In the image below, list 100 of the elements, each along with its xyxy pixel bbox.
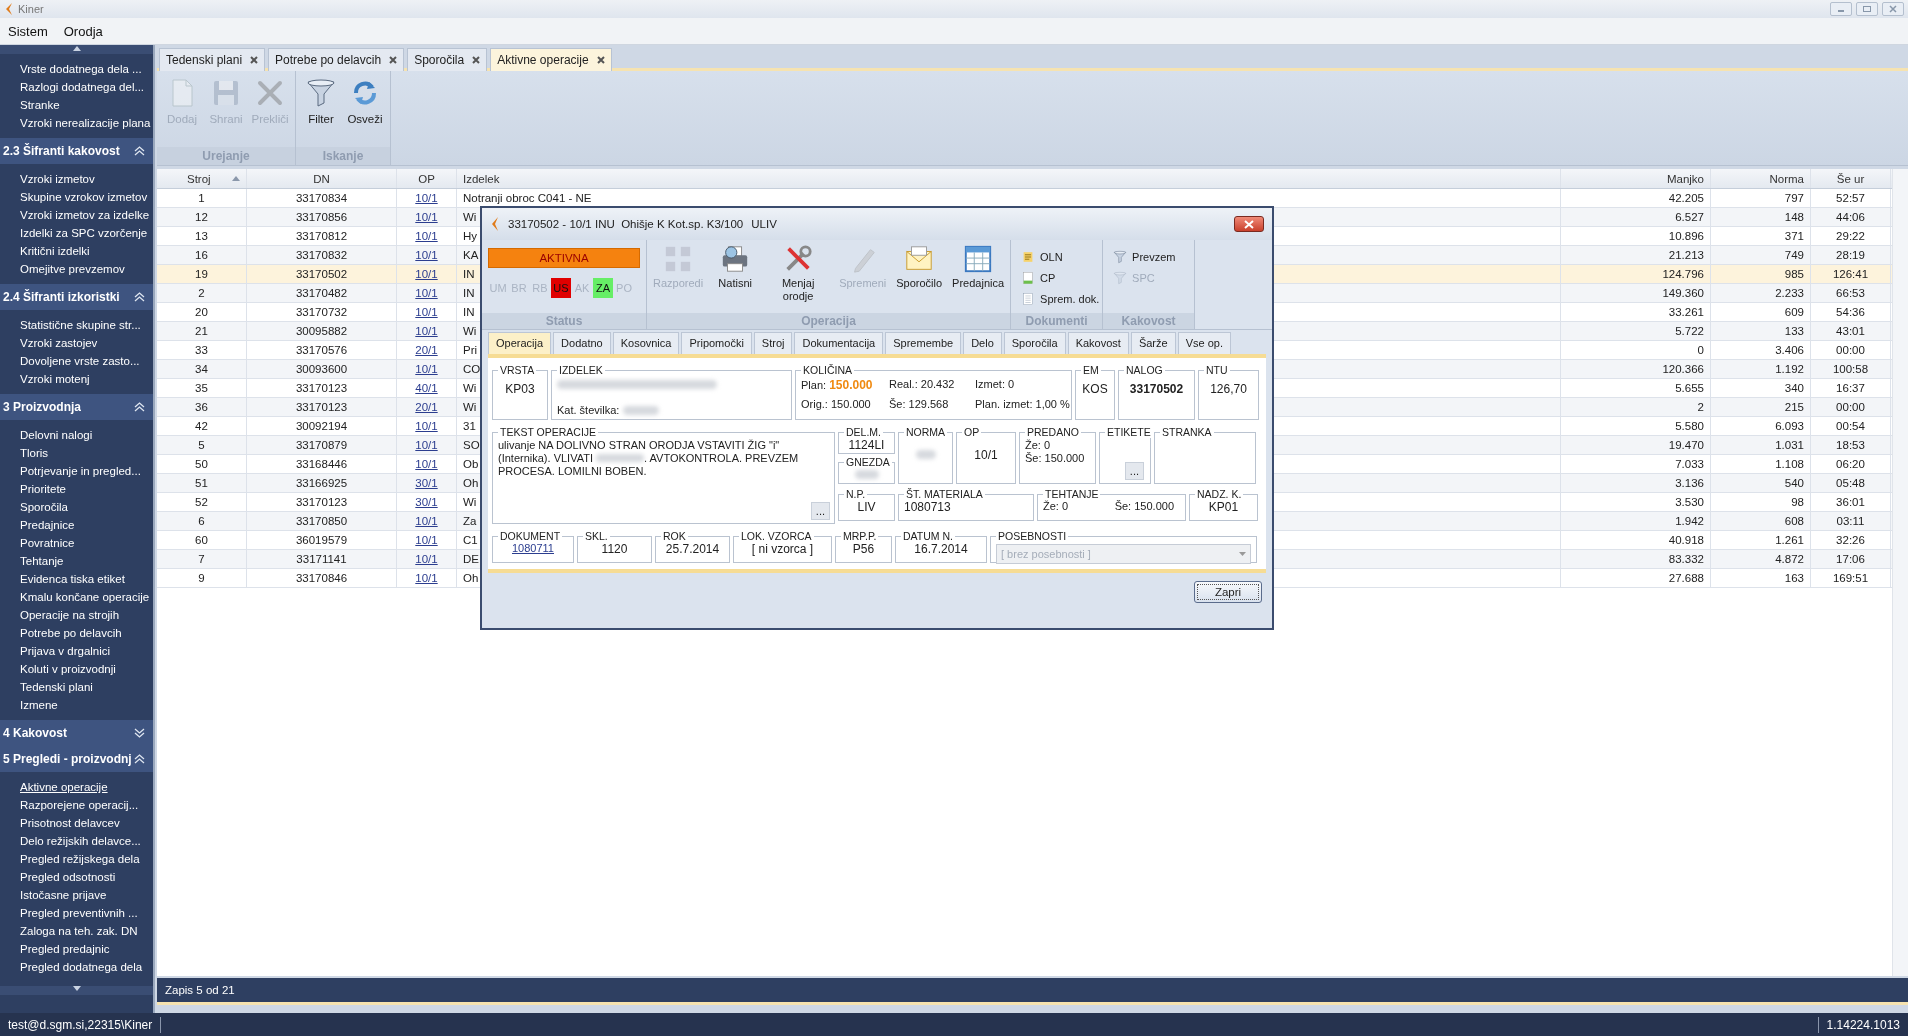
table-cell: 18:53 xyxy=(1811,436,1891,454)
group-label: Iskanje xyxy=(296,147,390,165)
field-value: 150.000 xyxy=(829,378,873,392)
table-cell: 21 xyxy=(157,322,247,340)
table-cell: 51 xyxy=(157,474,247,492)
table-cell: 1.192 xyxy=(1711,360,1811,378)
field-value: 1080713 xyxy=(904,500,952,514)
table-cell: 17:06 xyxy=(1811,550,1891,568)
table-cell: 7.033 xyxy=(1561,455,1711,473)
table-cell: 797 xyxy=(1711,189,1811,207)
table-cell: 148 xyxy=(1711,208,1811,226)
table-cell: 100:58 xyxy=(1811,360,1891,378)
group-label: NORMA xyxy=(905,426,947,438)
table-cell: 2 xyxy=(157,284,247,302)
table-cell: 00:00 xyxy=(1811,398,1891,416)
group-label: Dokumenti xyxy=(1011,313,1103,329)
table-cell: 33170123 xyxy=(247,379,397,397)
field-value: KP01 xyxy=(1207,500,1240,514)
table-cell: 124.796 xyxy=(1561,265,1711,283)
version-number: 1.14224.1013 xyxy=(1826,1018,1900,1032)
group-label: STRANKA xyxy=(1161,426,1213,438)
table-cell: 6.093 xyxy=(1711,417,1811,435)
group-label: NTU xyxy=(1205,364,1229,376)
table-cell: 33170879 xyxy=(247,436,397,454)
table-cell: 5.722 xyxy=(1561,322,1711,340)
field-label: Še: xyxy=(1114,500,1132,512)
table-cell: 60 xyxy=(157,531,247,549)
table-cell: 40.918 xyxy=(1561,531,1711,549)
group-label: ROK xyxy=(662,530,687,542)
field-value: 1,00 % xyxy=(1035,398,1070,410)
group-label: Kakovost xyxy=(1103,313,1195,329)
table-cell: 43:01 xyxy=(1811,322,1891,340)
field-value: 126,70 xyxy=(1209,382,1248,396)
group-label: OP xyxy=(963,426,981,438)
table-cell: 1.031 xyxy=(1711,436,1811,454)
table-cell: 6.527 xyxy=(1561,208,1711,226)
table-cell: 19 xyxy=(157,265,247,283)
table-cell: 33170502 xyxy=(247,265,397,283)
table-cell: 6 xyxy=(157,512,247,530)
table-cell: 33170123 xyxy=(247,398,397,416)
group-label: ETIKETE xyxy=(1106,426,1152,438)
table-cell: 120.366 xyxy=(1561,360,1711,378)
table-cell: 215 xyxy=(1711,398,1811,416)
table-cell: 30092194 xyxy=(247,417,397,435)
table-cell: 340 xyxy=(1711,379,1811,397)
table-cell: 42.205 xyxy=(1561,189,1711,207)
table-cell: 00:00 xyxy=(1811,341,1891,359)
group-label: NALOG xyxy=(1125,364,1164,376)
table-cell: 33170732 xyxy=(247,303,397,321)
table-cell: 5 xyxy=(157,436,247,454)
table-cell: 9 xyxy=(157,569,247,587)
table-cell: 29:22 xyxy=(1811,227,1891,245)
table-cell: 19.470 xyxy=(1561,436,1711,454)
field-value: KP03 xyxy=(504,382,536,396)
table-cell: 42 xyxy=(157,417,247,435)
group-label: IZDELEK xyxy=(558,364,604,376)
table-cell: 66:53 xyxy=(1811,284,1891,302)
table-cell: 20 xyxy=(157,303,247,321)
table-cell: 33166925 xyxy=(247,474,397,492)
table-cell: 3.406 xyxy=(1711,341,1811,359)
table-cell: 609 xyxy=(1711,303,1811,321)
table-cell: 133 xyxy=(1711,322,1811,340)
field-value: 0 xyxy=(1043,439,1051,451)
field-label: Še: xyxy=(1025,452,1042,464)
table-cell: 36 xyxy=(157,398,247,416)
table-cell: 540 xyxy=(1711,474,1811,492)
table-cell: 00:54 xyxy=(1811,417,1891,435)
table-cell: 36019579 xyxy=(247,531,397,549)
group-label: DOKUMENT xyxy=(499,530,562,542)
table-cell: 33171141 xyxy=(247,550,397,568)
table-cell: 03:11 xyxy=(1811,512,1891,530)
table-cell: 33170812 xyxy=(247,227,397,245)
table-cell: 50 xyxy=(157,455,247,473)
table-cell: 34 xyxy=(157,360,247,378)
table-cell: 32:26 xyxy=(1811,531,1891,549)
table-cell: 52:57 xyxy=(1811,189,1891,207)
table-cell: 98 xyxy=(1711,493,1811,511)
group-label: DEL.M. xyxy=(845,426,882,438)
table-cell: 33170856 xyxy=(247,208,397,226)
table-cell: 5.580 xyxy=(1561,417,1711,435)
field-value: 129.568 xyxy=(908,398,949,410)
table-cell: 3.136 xyxy=(1561,474,1711,492)
table-cell: 33170123 xyxy=(247,493,397,511)
table-cell: 33170834 xyxy=(247,189,397,207)
field-value: KOS xyxy=(1081,382,1109,396)
table-cell: 33.261 xyxy=(1561,303,1711,321)
table-cell: 2.233 xyxy=(1711,284,1811,302)
field-label: Plan: xyxy=(801,379,827,391)
table-cell: 06:20 xyxy=(1811,455,1891,473)
table-cell: 52 xyxy=(157,493,247,511)
table-cell: 33 xyxy=(157,341,247,359)
table-cell: 36:01 xyxy=(1811,493,1891,511)
field-value: 150.000 xyxy=(830,398,871,410)
table-cell: 2 xyxy=(1561,398,1711,416)
group-label: Operacija xyxy=(647,313,1011,329)
table-cell: 169:51 xyxy=(1811,569,1891,587)
table-cell: 33170846 xyxy=(247,569,397,587)
field-value: 150.000 xyxy=(1044,452,1085,464)
group-label: SKL. xyxy=(584,530,609,542)
group-label: TEKST OPERACIJE xyxy=(499,426,598,438)
